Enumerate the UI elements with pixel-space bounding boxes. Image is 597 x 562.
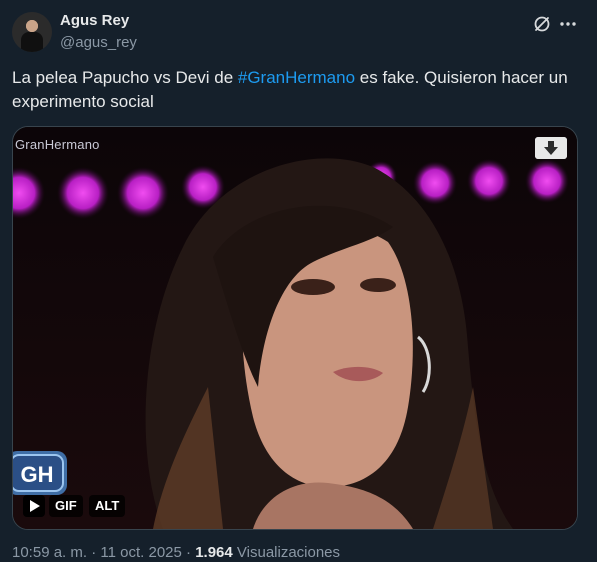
more-icon[interactable]	[558, 14, 578, 34]
author-handle[interactable]: @agus_rey	[60, 34, 137, 51]
download-icon[interactable]	[535, 137, 567, 159]
views-count: 1.964	[195, 544, 233, 561]
author-display-name[interactable]: Agus Rey	[60, 12, 129, 29]
avatar[interactable]	[12, 12, 52, 52]
meta-separator: ·	[91, 544, 97, 561]
gif-badge: GIF	[49, 495, 83, 517]
meta-separator: ·	[186, 544, 192, 561]
alt-badge[interactable]: ALT	[89, 495, 126, 517]
hashtag-link[interactable]: #GranHermano	[238, 68, 355, 87]
tweet-text: La pelea Papucho vs Devi de #GranHermano…	[12, 66, 584, 114]
views-label: Visualizaciones	[236, 544, 341, 561]
tweet-media-gif[interactable]: GranHermano GH GIF ALT	[12, 126, 578, 530]
tweet-time[interactable]: 10:59 a. m.	[12, 544, 87, 561]
tweet-meta: 10:59 a. m. · 11 oct. 2025 · 1.964 Visua…	[12, 544, 340, 561]
play-icon[interactable]	[23, 495, 45, 517]
gh-logo-text: GH	[21, 462, 54, 487]
tweet-text-part: La pelea Papucho vs Devi de	[12, 68, 238, 87]
tweet-date[interactable]: 11 oct. 2025	[100, 544, 181, 561]
gif-frame-image	[13, 127, 577, 529]
gif-watermark: GranHermano	[15, 137, 100, 152]
grok-icon[interactable]	[532, 14, 552, 34]
gh-logo: GH	[13, 451, 67, 495]
